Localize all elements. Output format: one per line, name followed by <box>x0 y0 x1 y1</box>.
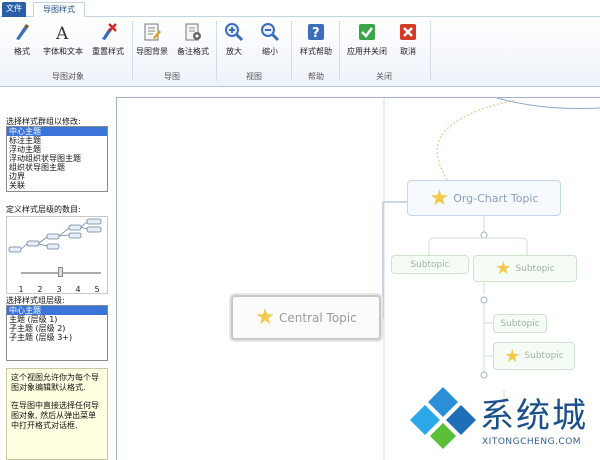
close-icon <box>400 24 416 40</box>
zoom-in-icon <box>225 23 244 42</box>
tab-file[interactable]: 文件 <box>2 2 26 17</box>
font-button[interactable]: A 字体和文本 <box>38 22 88 62</box>
star-icon: ★ <box>429 185 450 211</box>
watermark-url: XITONGCHENG.COM <box>482 437 582 447</box>
check-icon <box>359 24 375 40</box>
group-help-label: 帮助 <box>308 72 324 81</box>
star-icon: ★ <box>495 258 512 279</box>
style-side-panel: 选择样式群组以修改: 中心主题 标注主题 浮动主题 浮动组织状导图主题 组织状导… <box>0 88 114 460</box>
list-item[interactable]: 浮动主题 <box>7 145 107 154</box>
subtopic[interactable]: Subtopic <box>493 314 547 333</box>
font-icon: A <box>55 24 69 42</box>
slider-tick-label: 5 <box>94 285 100 294</box>
list-item[interactable]: 中心主题 <box>7 306 107 315</box>
map-background-button[interactable]: 导图背景 <box>131 22 173 62</box>
star-icon: ★ <box>504 345 521 367</box>
style-level-listbox[interactable]: 中心主题 主题 (层级 1) 子主题 (层级 2) 子主题 (层级 3+) <box>6 305 108 361</box>
svg-text:?: ? <box>312 26 320 41</box>
list-item[interactable]: 浮动组织状导图主题 <box>7 154 107 163</box>
list-item[interactable]: 中心主题 <box>7 127 107 136</box>
ribbon-separator <box>430 21 431 81</box>
watermark: 系统城 XITONGCHENG.COM <box>408 385 598 455</box>
zoom-in-label: 放大 <box>226 47 242 56</box>
subtopic-label: Subtopic <box>524 351 564 361</box>
levels-count-label: 定义样式层级的数目: <box>6 205 81 214</box>
subtopic-label: Subtopic <box>410 259 450 270</box>
reset-style-label: 重置样式 <box>92 47 124 56</box>
list-item[interactable]: 组织状导图主题 <box>7 163 107 172</box>
zoom-in-button[interactable]: 放大 <box>214 22 254 62</box>
levels-slider-thumb[interactable] <box>58 267 63 277</box>
reset-style-button[interactable]: 重置样式 <box>86 22 130 62</box>
level-preview-diagram <box>8 218 102 253</box>
style-group-listbox[interactable]: 中心主题 标注主题 浮动主题 浮动组织状导图主题 组织状导图主题 边界 关联 <box>6 126 108 192</box>
org-chart-topic[interactable]: ★ Org-Chart Topic <box>407 180 561 216</box>
help-tip-box: 这个视图允许你为每个导图对象编辑默认格式. 在导图中直接选择任何导图对象, 然后… <box>6 368 108 460</box>
list-item[interactable]: 子主题 (层级 3+) <box>7 333 107 342</box>
slider-tick-label: 2 <box>37 285 43 294</box>
notes-format-label: 备注格式 <box>177 47 209 56</box>
help-paragraph: 在导图中直接选择任何导图对象, 然后从弹出菜单中打开格式对话框. <box>11 401 99 430</box>
watermark-logo-icon <box>410 387 476 449</box>
subtopic[interactable]: Subtopic <box>391 255 469 274</box>
subtopic-label: Subtopic <box>500 318 540 329</box>
notes-gear-icon <box>185 23 201 41</box>
group-map-label: 导图 <box>164 72 180 81</box>
zoom-out-icon <box>261 23 280 42</box>
list-item[interactable]: 标注主题 <box>7 136 107 145</box>
slider-tick-label: 4 <box>75 285 81 294</box>
map-background-label: 导图背景 <box>136 47 168 56</box>
ribbon-separator <box>339 21 340 81</box>
zoom-out-button[interactable]: 缩小 <box>250 22 290 62</box>
group-view-label: 视图 <box>246 72 262 81</box>
central-topic[interactable]: ★ Central Topic <box>231 295 381 340</box>
notes-format-button[interactable]: 备注格式 <box>172 22 214 62</box>
watermark-title: 系统城 <box>480 396 588 436</box>
tab-map-style[interactable]: 导图样式 <box>33 2 85 17</box>
style-help-label: 样式帮助 <box>300 47 332 56</box>
help-paragraph: 这个视图允许你为每个导图对象编辑默认格式. <box>11 373 99 392</box>
help-icon: ? <box>308 24 324 41</box>
cancel-button[interactable]: 取消 <box>388 22 428 62</box>
list-item[interactable]: 主题 (层级 1) <box>7 315 107 324</box>
list-item[interactable]: 子主题 (层级 2) <box>7 324 107 333</box>
group-objects-label: 导图对象 <box>52 72 84 81</box>
slider-tick-label: 3 <box>56 285 62 294</box>
svg-text:A: A <box>55 24 69 42</box>
central-topic-label: Central Topic <box>279 310 357 325</box>
reset-brush-icon <box>102 23 117 40</box>
list-item[interactable]: 关联 <box>7 181 107 190</box>
zoom-out-label: 缩小 <box>262 47 278 56</box>
ribbon-separator <box>291 21 292 81</box>
level-preview: 1 2 3 4 5 <box>6 216 108 294</box>
ribbon: 格式 A 字体和文本 重置样式 导图对象 导图背景 备注格式 导图 放大 缩小 … <box>0 17 600 87</box>
subtopic[interactable]: ★ Subtopic <box>473 255 577 282</box>
star-icon: ★ <box>255 305 276 330</box>
org-chart-topic-label: Org-Chart Topic <box>453 191 539 205</box>
cancel-label: 取消 <box>400 47 416 56</box>
style-help-button[interactable]: ? 样式帮助 <box>294 22 338 62</box>
font-button-label: 字体和文本 <box>43 47 83 56</box>
slider-tick-label: 1 <box>18 285 24 294</box>
subtopic-label: Subtopic <box>515 263 555 274</box>
ribbon-tab-bar: 文件 导图样式 <box>0 0 600 17</box>
subtopic[interactable]: ★ Subtopic <box>493 342 575 370</box>
group-close-label: 关闭 <box>376 72 392 81</box>
brush-icon <box>16 24 29 40</box>
list-item[interactable]: 边界 <box>7 172 107 181</box>
apply-close-label: 应用并关闭 <box>347 47 387 56</box>
background-icon <box>144 23 161 41</box>
apply-close-button[interactable]: 应用并关闭 <box>343 22 391 62</box>
